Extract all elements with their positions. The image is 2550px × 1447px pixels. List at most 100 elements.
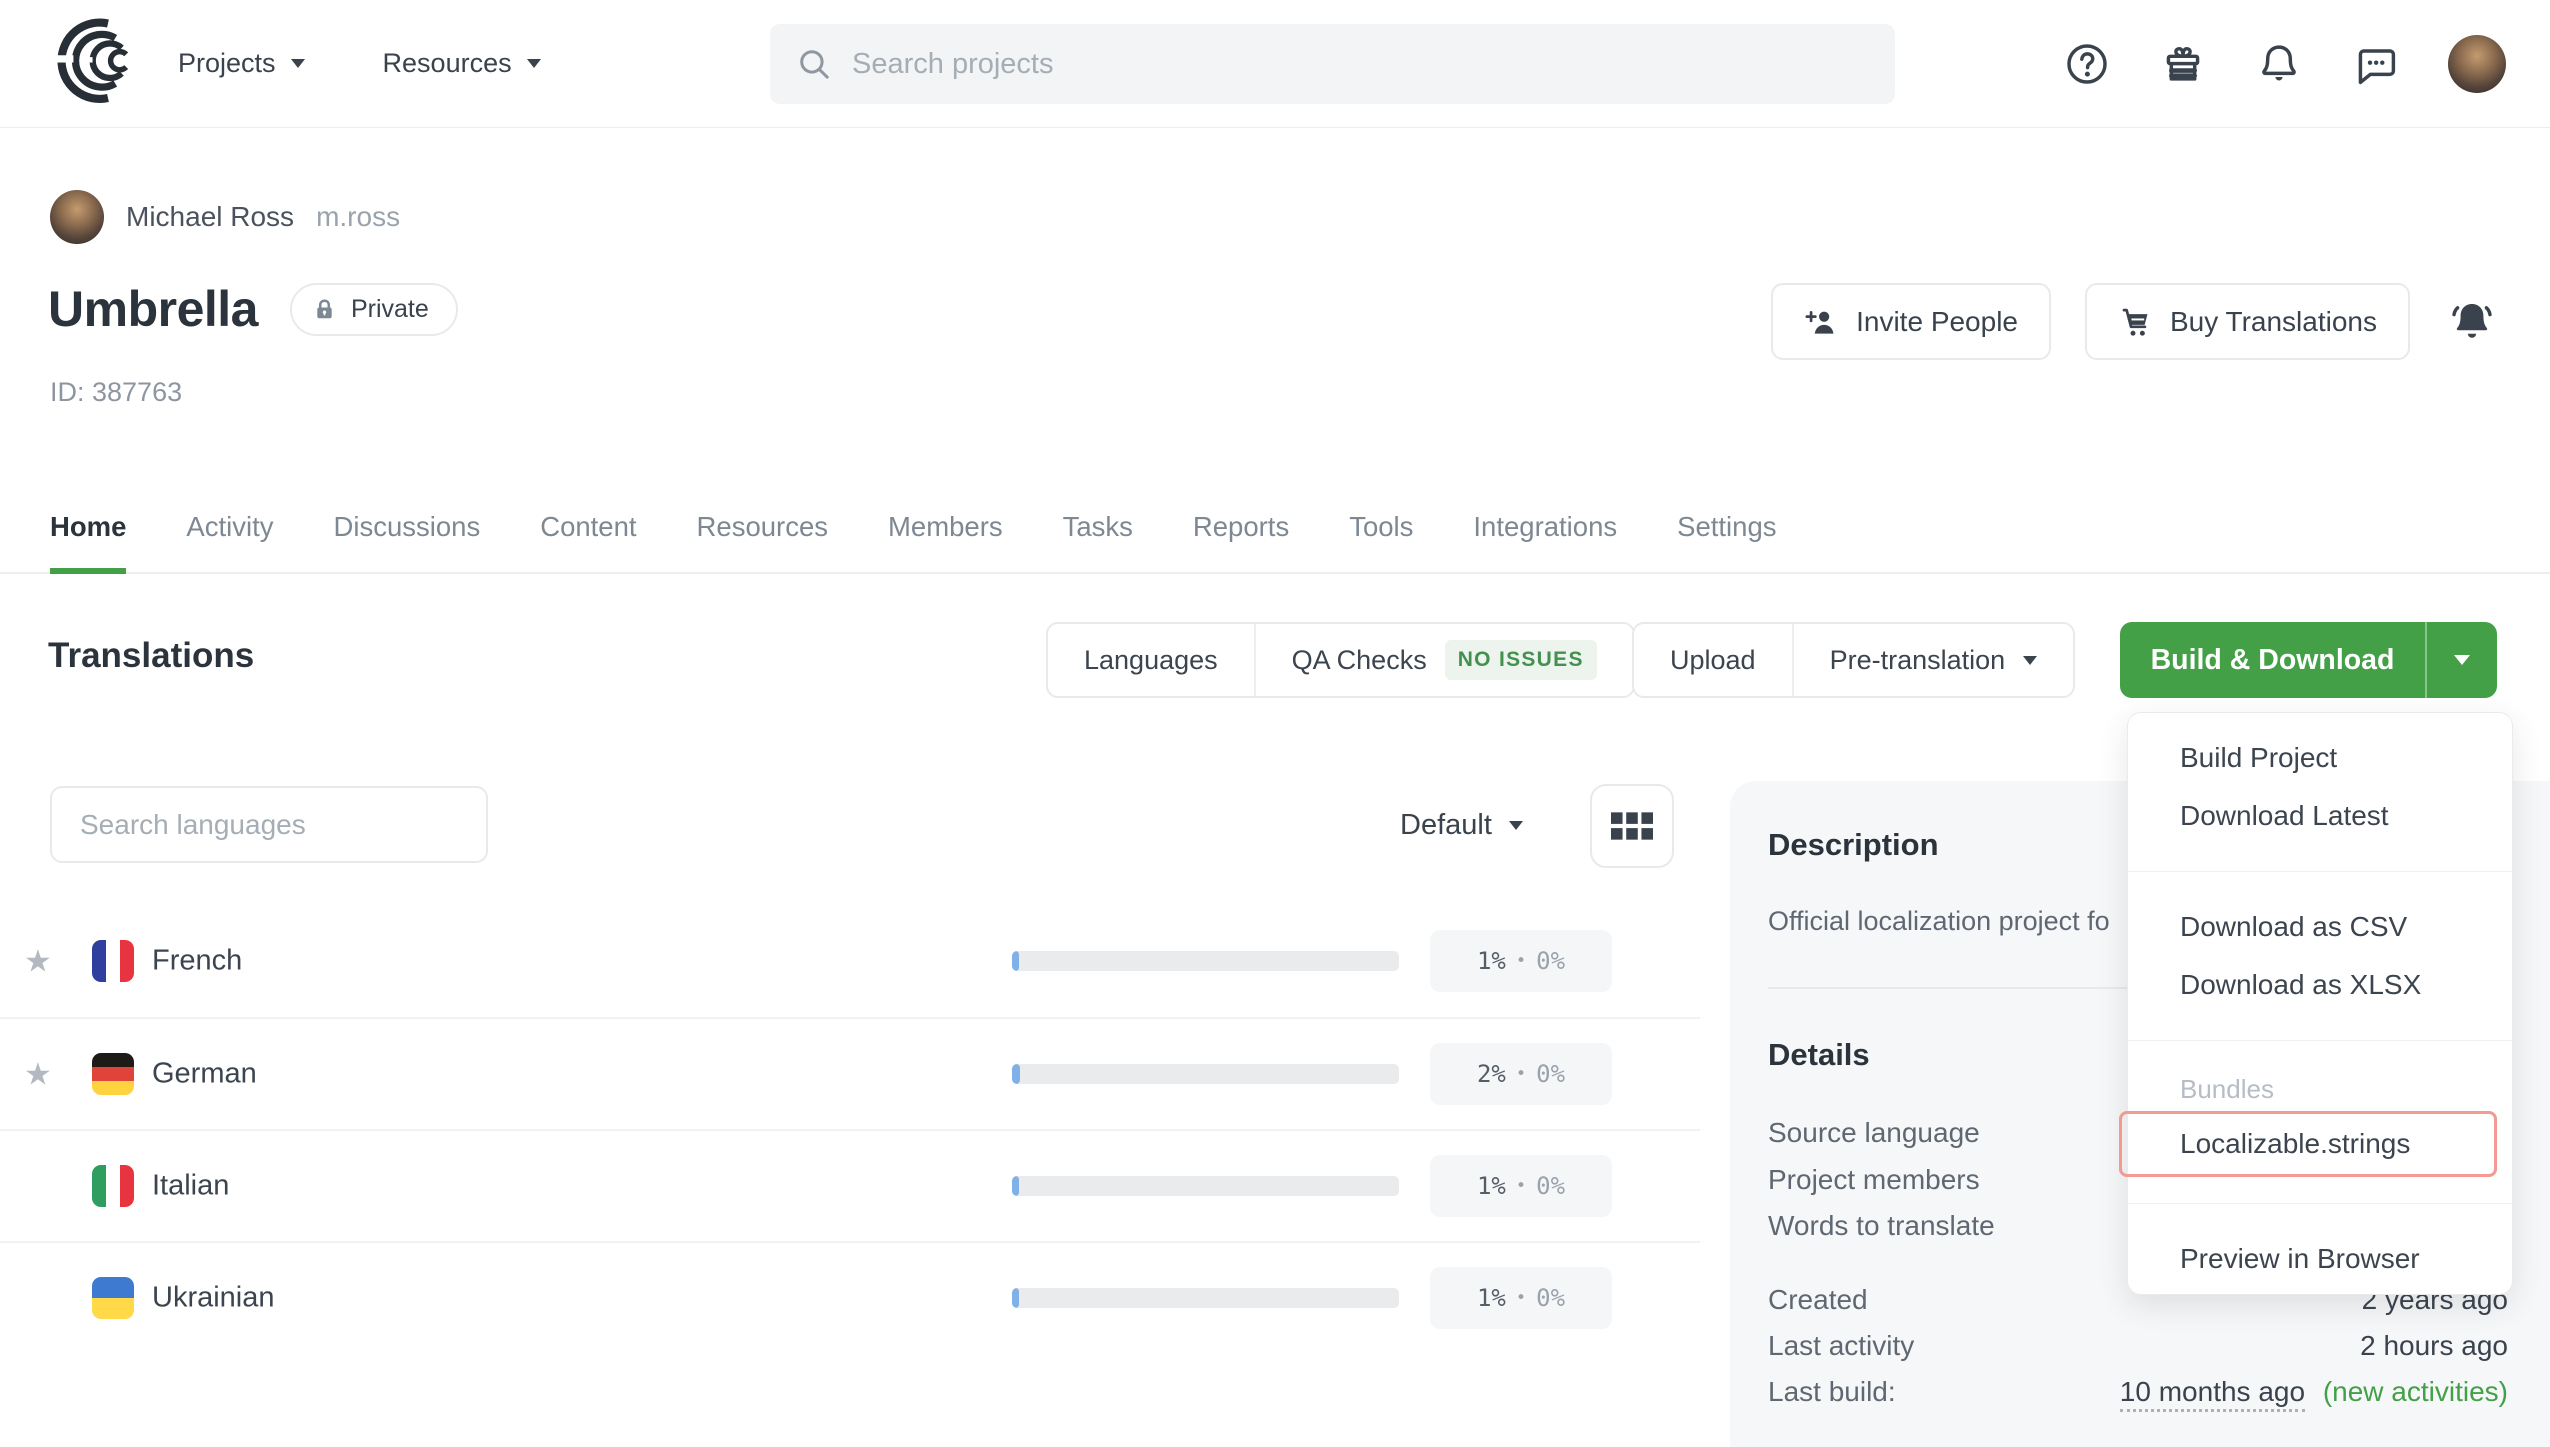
- tab-tools[interactable]: Tools: [1349, 511, 1413, 574]
- translated-percent: 1%: [1477, 1284, 1506, 1312]
- details-labels: Source language Project members Words to…: [1768, 1110, 1995, 1250]
- highlight-box: Localizable.strings: [2119, 1111, 2497, 1177]
- help-icon[interactable]: [2064, 41, 2110, 87]
- menu-item-download-csv[interactable]: Download as CSV: [2128, 898, 2512, 956]
- language-list: ★ French 1% • 0% ★ German 2% • 0%: [0, 905, 1700, 1353]
- nav-projects-menu[interactable]: Projects: [178, 48, 305, 79]
- translation-progress-bar: [1012, 951, 1399, 971]
- chevron-down-icon: [2023, 656, 2037, 665]
- divider: [2128, 1040, 2512, 1041]
- progress-badge: 1% • 0%: [1430, 1155, 1612, 1217]
- language-row-italian[interactable]: Italian 1% • 0%: [0, 1129, 1700, 1241]
- chevron-down-icon: [527, 59, 541, 68]
- privacy-badge: Private: [290, 283, 458, 336]
- progress-badge: 1% • 0%: [1430, 1267, 1612, 1329]
- sort-dropdown[interactable]: Default: [1400, 800, 1523, 850]
- title-row: Umbrella Private: [48, 270, 458, 348]
- tab-activity[interactable]: Activity: [186, 511, 273, 574]
- project-notifications-icon[interactable]: [2448, 298, 2496, 346]
- build-download-menu-toggle[interactable]: [2425, 622, 2497, 698]
- menu-item-download-latest[interactable]: Download Latest: [2128, 787, 2512, 845]
- tab-discussions[interactable]: Discussions: [334, 511, 481, 574]
- language-row-ukrainian[interactable]: Ukrainian 1% • 0%: [0, 1241, 1700, 1353]
- percent-separator: •: [1516, 1176, 1526, 1196]
- cart-icon: [2118, 305, 2152, 339]
- owner-avatar: [50, 190, 104, 244]
- tab-content[interactable]: Content: [540, 511, 636, 574]
- grid-icon: [1611, 812, 1653, 840]
- view-options-button[interactable]: [1590, 784, 1674, 868]
- flag-ukraine-icon: [92, 1277, 134, 1319]
- menu-item-preview-in-browser[interactable]: Preview in Browser: [2128, 1230, 2512, 1288]
- project-id: ID: 387763: [50, 377, 182, 408]
- project-tabs: Home Activity Discussions Content Resour…: [0, 480, 2550, 574]
- language-row-german[interactable]: ★ German 2% • 0%: [0, 1017, 1700, 1129]
- language-name: Italian: [152, 1170, 229, 1203]
- last-build-link[interactable]: 10 months ago: [2120, 1376, 2305, 1412]
- last-activity-row: Last activity 2 hours ago: [1768, 1323, 2508, 1369]
- lock-icon: [311, 296, 338, 323]
- translation-progress-bar: [1012, 1064, 1399, 1084]
- user-avatar[interactable]: [2448, 35, 2506, 93]
- pretranslation-button[interactable]: Pre-translation: [1792, 624, 2074, 696]
- favorite-star-icon[interactable]: ★: [24, 1059, 52, 1090]
- flag-italy-icon: [92, 1165, 134, 1207]
- gift-icon[interactable]: [2160, 41, 2206, 87]
- language-row-french[interactable]: ★ French 1% • 0%: [0, 905, 1700, 1017]
- invite-people-button[interactable]: Invite People: [1771, 283, 2051, 360]
- navbar-actions: [2064, 0, 2506, 128]
- search-languages-input[interactable]: [50, 786, 488, 863]
- language-name: German: [152, 1058, 257, 1091]
- nav-resources-label: Resources: [383, 48, 512, 79]
- favorite-star-icon[interactable]: ★: [24, 946, 52, 977]
- languages-qa-group: Languages QA Checks NO ISSUES: [1046, 622, 1635, 698]
- tab-reports[interactable]: Reports: [1193, 511, 1289, 574]
- chevron-down-icon: [1509, 821, 1523, 830]
- tab-tasks[interactable]: Tasks: [1063, 511, 1133, 574]
- tab-settings[interactable]: Settings: [1677, 511, 1776, 574]
- last-build-row: Last build: 10 months ago (new activitie…: [1768, 1369, 2508, 1415]
- tab-members[interactable]: Members: [888, 511, 1003, 574]
- last-activity-label: Last activity: [1768, 1330, 1914, 1362]
- percent-separator: •: [1516, 1064, 1526, 1084]
- nav-projects-label: Projects: [178, 48, 276, 79]
- pretranslation-label: Pre-translation: [1830, 645, 2006, 676]
- translation-progress-bar: [1012, 1288, 1399, 1308]
- messages-icon[interactable]: [2352, 41, 2398, 87]
- languages-button[interactable]: Languages: [1048, 624, 1254, 696]
- buy-translations-button[interactable]: Buy Translations: [2085, 283, 2410, 360]
- menu-item-localizable-strings[interactable]: Localizable.strings: [2122, 1114, 2494, 1174]
- menu-item-build-project[interactable]: Build Project: [2128, 729, 2512, 787]
- menu-item-download-xlsx[interactable]: Download as XLSX: [2128, 956, 2512, 1014]
- qa-checks-button[interactable]: QA Checks NO ISSUES: [1254, 624, 1633, 696]
- invite-people-label: Invite People: [1856, 306, 2018, 338]
- build-download-split-button: Build & Download: [2120, 622, 2497, 698]
- percent-separator: •: [1516, 951, 1526, 971]
- translated-percent: 2%: [1477, 1060, 1506, 1088]
- build-download-button[interactable]: Build & Download: [2120, 622, 2425, 698]
- approved-percent: 0%: [1536, 1172, 1565, 1200]
- bundles-section-header: Bundles: [2128, 1067, 2512, 1111]
- chevron-down-icon: [2454, 655, 2470, 665]
- main-menu: Projects Resources: [178, 48, 541, 79]
- nav-resources-menu[interactable]: Resources: [383, 48, 541, 79]
- flag-germany-icon: [92, 1053, 134, 1095]
- app-logo[interactable]: [48, 18, 148, 110]
- language-name: Ukrainian: [152, 1282, 275, 1315]
- tab-integrations[interactable]: Integrations: [1473, 511, 1617, 574]
- owner-name: Michael Ross: [126, 201, 294, 233]
- upload-button[interactable]: Upload: [1634, 624, 1792, 696]
- search-projects-input[interactable]: [852, 48, 1869, 81]
- divider: [2128, 1203, 2512, 1204]
- upload-pretranslation-group: Upload Pre-translation: [1632, 622, 2075, 698]
- top-navbar: Projects Resources: [0, 0, 2550, 128]
- progress-badge: 2% • 0%: [1430, 1043, 1612, 1105]
- project-page: Projects Resources: [0, 0, 2550, 1447]
- words-to-translate-label: Words to translate: [1768, 1203, 1995, 1250]
- owner-row[interactable]: Michael Ross m.ross: [50, 190, 400, 244]
- tab-resources[interactable]: Resources: [697, 511, 828, 574]
- notifications-bell-icon[interactable]: [2256, 41, 2302, 87]
- tab-home[interactable]: Home: [50, 511, 126, 574]
- new-activities-link[interactable]: (new activities): [2323, 1376, 2508, 1407]
- last-build-label: Last build:: [1768, 1376, 1896, 1408]
